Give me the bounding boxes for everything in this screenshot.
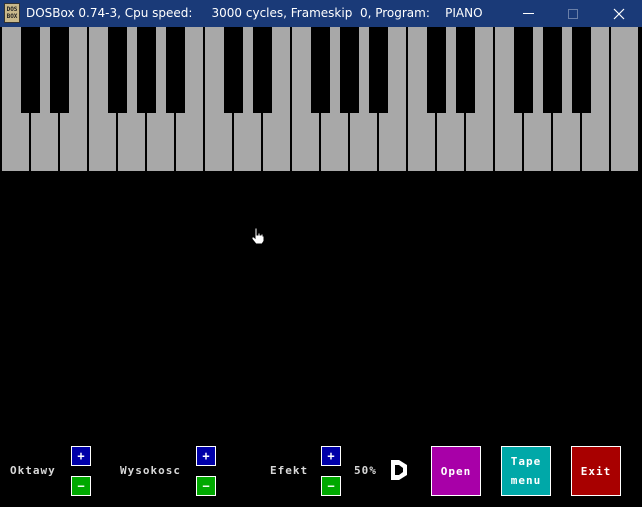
- exit-button-label: Exit: [580, 464, 612, 478]
- black-key[interactable]: [514, 27, 533, 113]
- white-key[interactable]: [611, 27, 640, 171]
- black-key[interactable]: [253, 27, 272, 113]
- dosbox-app-icon: DOS BOX: [4, 3, 20, 23]
- black-key[interactable]: [311, 27, 330, 113]
- black-key[interactable]: [224, 27, 243, 113]
- title-bar[interactable]: DOS BOX DOSBox 0.74-3, Cpu speed: 3000 c…: [0, 0, 642, 27]
- black-key[interactable]: [50, 27, 69, 113]
- black-key[interactable]: [21, 27, 40, 113]
- effect-value: 50%: [354, 464, 377, 477]
- exit-button[interactable]: Exit: [571, 446, 621, 496]
- minimize-button[interactable]: [505, 0, 551, 27]
- black-key[interactable]: [340, 27, 359, 113]
- octaves-label: Oktawy: [10, 464, 56, 477]
- open-button-label: Open: [440, 464, 472, 478]
- close-icon: [613, 8, 625, 19]
- black-key[interactable]: [108, 27, 127, 113]
- tape-button-label-1: Tape: [510, 455, 542, 468]
- maximize-icon: [568, 8, 578, 19]
- octaves-minus-button[interactable]: −: [71, 476, 91, 496]
- speaker-icon: [391, 460, 407, 480]
- open-button[interactable]: Open: [431, 446, 481, 496]
- black-key[interactable]: [166, 27, 185, 113]
- pitch-label: Wysokosc: [120, 464, 181, 477]
- black-key[interactable]: [572, 27, 591, 113]
- maximize-button[interactable]: [550, 0, 596, 27]
- window-title: DOSBox 0.74-3, Cpu speed: 3000 cycles, F…: [26, 6, 483, 20]
- tape-menu-button[interactable]: Tape menu: [501, 446, 551, 496]
- black-key[interactable]: [369, 27, 388, 113]
- piano-keyboard[interactable]: [2, 27, 640, 171]
- close-button[interactable]: [596, 0, 642, 27]
- octaves-plus-button[interactable]: +: [71, 446, 91, 466]
- hand-cursor-icon: [251, 227, 265, 244]
- effect-label: Efekt: [270, 464, 309, 477]
- tape-button-label-2: menu: [510, 474, 542, 487]
- black-key[interactable]: [137, 27, 156, 113]
- dos-screen[interactable]: Oktawy + − Wysokosc + − Efekt + − 50% Op…: [2, 27, 640, 505]
- pitch-minus-button[interactable]: −: [196, 476, 216, 496]
- black-key[interactable]: [456, 27, 475, 113]
- minimize-icon: [522, 13, 534, 14]
- black-key[interactable]: [427, 27, 446, 113]
- effect-plus-button[interactable]: +: [321, 446, 341, 466]
- pitch-plus-button[interactable]: +: [196, 446, 216, 466]
- black-key[interactable]: [543, 27, 562, 113]
- effect-minus-button[interactable]: −: [321, 476, 341, 496]
